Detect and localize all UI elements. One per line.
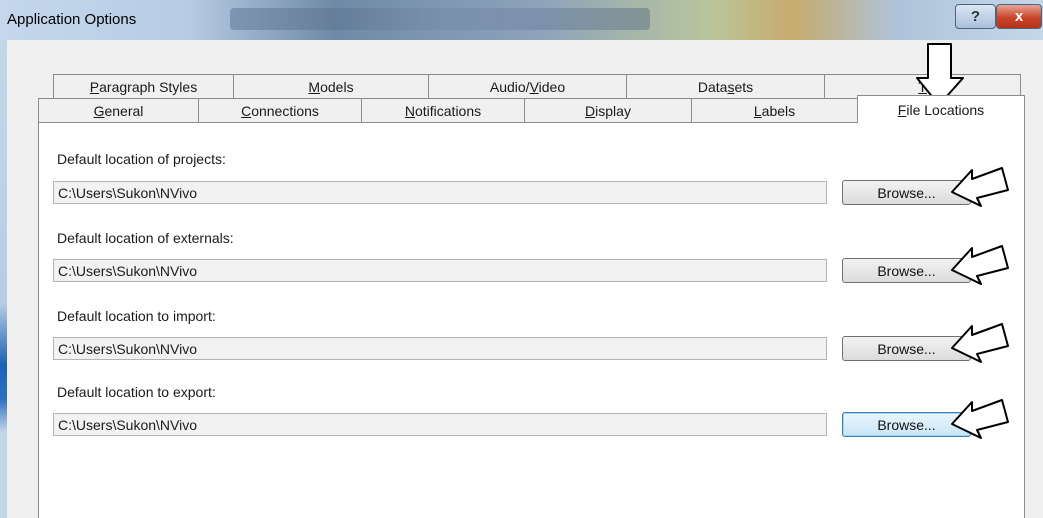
export-location-input[interactable]: [53, 413, 827, 436]
externals-location-label: Default location of externals:: [57, 230, 234, 246]
tab-notifications[interactable]: Notifications: [362, 98, 525, 122]
title-bar: Application Options ? x: [0, 0, 1043, 40]
window-frame-left: [0, 40, 7, 518]
tab-datasets[interactable]: Datasets: [627, 74, 825, 98]
close-icon: x: [1014, 8, 1024, 25]
tab-models[interactable]: Models: [234, 74, 429, 98]
tab-audio-video[interactable]: Audio/Video: [429, 74, 627, 98]
tab-file-locations[interactable]: File Locations: [857, 95, 1025, 123]
tab-general[interactable]: General: [38, 98, 199, 122]
tab-connections[interactable]: Connections: [199, 98, 362, 122]
help-button[interactable]: ?: [955, 4, 996, 29]
annotation-arrow-left-icon: [951, 399, 1009, 439]
projects-location-label: Default location of projects:: [57, 151, 226, 167]
export-location-label: Default location to export:: [57, 384, 216, 400]
help-icon: ?: [970, 8, 981, 25]
window-title: Application Options: [7, 11, 137, 28]
tab-paragraph-styles[interactable]: Paragraph Styles: [53, 74, 234, 98]
externals-location-input[interactable]: [53, 259, 827, 282]
tab-display[interactable]: Display: [525, 98, 692, 122]
projects-location-input[interactable]: [53, 181, 827, 204]
tab-labels[interactable]: Labels: [692, 98, 858, 122]
import-location-input[interactable]: [53, 337, 827, 360]
close-button[interactable]: x: [996, 4, 1042, 29]
annotation-arrow-left-icon: [951, 167, 1009, 207]
title-bar-glass: [230, 8, 650, 30]
annotation-arrow-left-icon: [951, 245, 1009, 285]
annotation-arrow-left-icon: [951, 323, 1009, 363]
import-location-label: Default location to import:: [57, 308, 216, 324]
